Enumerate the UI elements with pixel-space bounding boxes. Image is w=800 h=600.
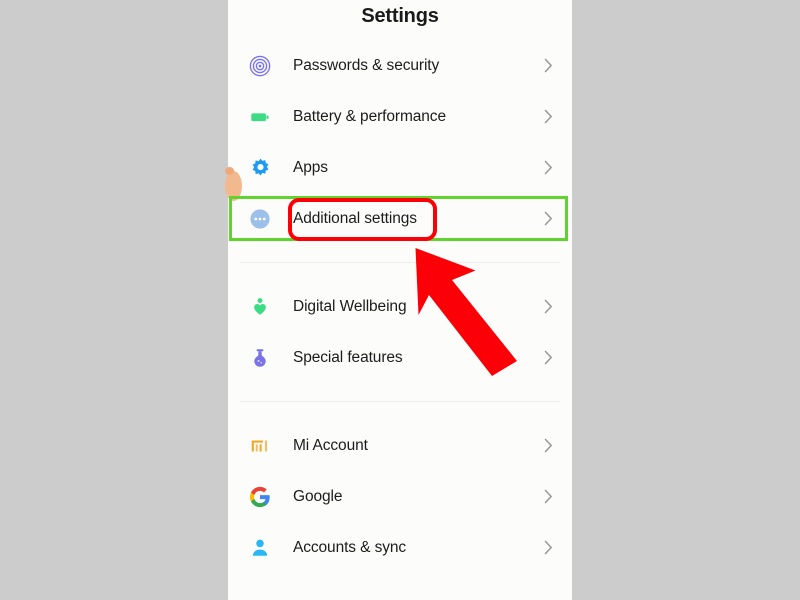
chevron-right-icon bbox=[543, 109, 553, 125]
chevron-right-icon bbox=[543, 438, 553, 454]
settings-group-3: Mi Account Google Accounts & sync bbox=[228, 420, 572, 573]
settings-row-apps[interactable]: Apps bbox=[228, 142, 572, 193]
settings-row-passwords-security[interactable]: Passwords & security bbox=[228, 40, 572, 91]
battery-icon bbox=[248, 105, 272, 129]
google-logo-icon bbox=[248, 485, 272, 509]
page-title: Settings bbox=[361, 5, 439, 27]
settings-row-mi-account[interactable]: Mi Account bbox=[228, 420, 572, 471]
settings-row-label: Google bbox=[293, 487, 343, 505]
settings-row-additional-settings[interactable]: Additional settings bbox=[228, 193, 572, 244]
settings-row-label: Battery & performance bbox=[293, 107, 446, 125]
settings-row-battery-performance[interactable]: Battery & performance bbox=[228, 91, 572, 142]
settings-row-label: Passwords & security bbox=[293, 56, 440, 74]
wellbeing-heart-icon bbox=[248, 295, 272, 319]
chevron-right-icon bbox=[543, 160, 553, 176]
chevron-right-icon bbox=[543, 211, 553, 227]
fingerprint-icon bbox=[248, 54, 272, 78]
chevron-right-icon bbox=[543, 489, 553, 505]
more-dots-icon bbox=[248, 207, 272, 231]
person-icon bbox=[248, 536, 272, 560]
settings-row-google[interactable]: Google bbox=[228, 471, 572, 522]
settings-row-label: Special features bbox=[293, 348, 403, 366]
settings-row-label: Mi Account bbox=[293, 436, 368, 454]
gear-icon bbox=[248, 156, 272, 180]
fingertip-graphic bbox=[225, 167, 242, 201]
settings-row-digital-wellbeing[interactable]: Digital Wellbeing bbox=[228, 281, 572, 332]
settings-row-accounts-sync[interactable]: Accounts & sync bbox=[228, 522, 572, 573]
chevron-right-icon bbox=[543, 58, 553, 74]
settings-row-special-features[interactable]: Special features bbox=[228, 332, 572, 383]
chevron-right-icon bbox=[543, 350, 553, 366]
mi-logo-icon bbox=[248, 434, 272, 458]
chevron-right-icon bbox=[543, 299, 553, 315]
chevron-right-icon bbox=[543, 540, 553, 556]
settings-row-label: Apps bbox=[293, 158, 328, 176]
phone-screen: Settings Passwords & security Battery & … bbox=[228, 0, 572, 600]
settings-row-label: Accounts & sync bbox=[293, 538, 407, 556]
flask-icon bbox=[248, 346, 272, 370]
settings-row-label: Additional settings bbox=[293, 209, 417, 227]
settings-group-2: Digital Wellbeing Special features bbox=[228, 281, 572, 383]
settings-list: Passwords & security Battery & performan… bbox=[228, 40, 572, 573]
settings-row-label: Digital Wellbeing bbox=[293, 297, 407, 315]
settings-group-1: Passwords & security Battery & performan… bbox=[228, 40, 572, 244]
